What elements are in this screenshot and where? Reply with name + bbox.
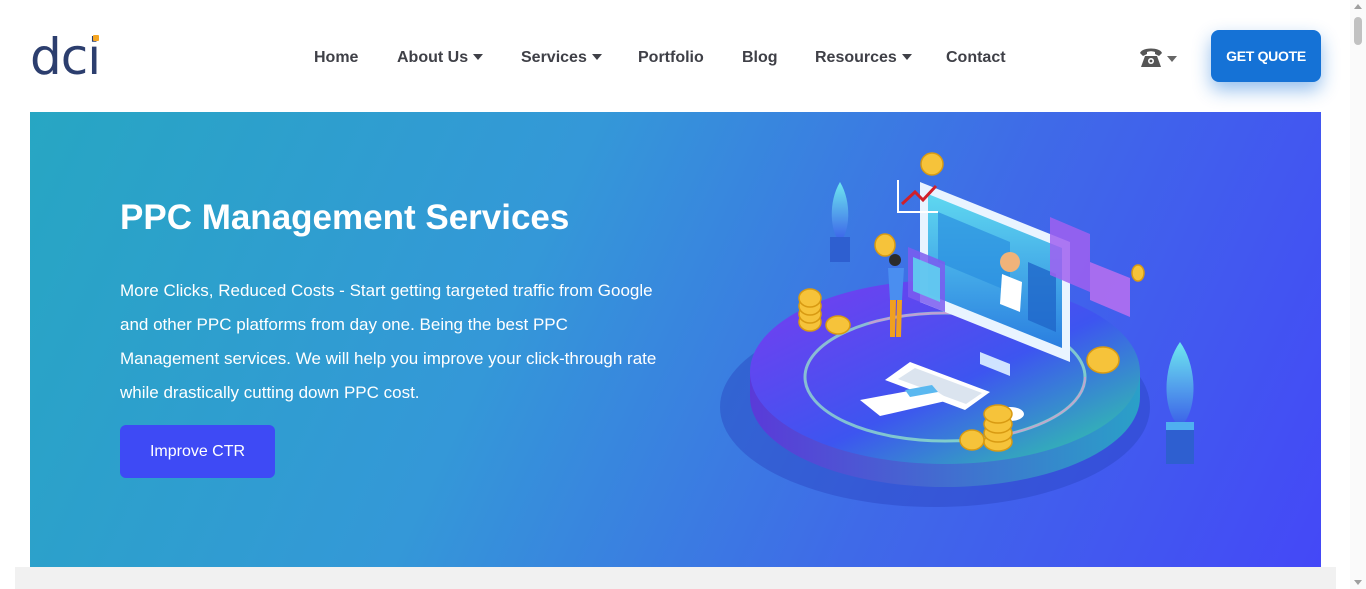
chevron-down-icon	[591, 54, 602, 60]
nav-services[interactable]: Services	[521, 46, 602, 70]
hero-title: PPC Management Services	[120, 198, 570, 237]
hero-description: More Clicks, Reduced Costs - Start getti…	[120, 281, 657, 402]
hero-banner: PPC Management Services More Clicks, Red…	[30, 112, 1321, 567]
ppc-illustration	[720, 152, 1194, 507]
scroll-thumb[interactable]	[1354, 17, 1362, 45]
nav-portfolio-label: Portfolio	[638, 49, 704, 66]
nav-resources-label: Resources	[815, 49, 897, 66]
nav-home[interactable]: Home	[314, 46, 358, 70]
scroll-up-icon[interactable]	[1354, 4, 1362, 9]
nav-blog-label: Blog	[742, 49, 778, 66]
chevron-down-icon	[1167, 56, 1177, 62]
nav-resources[interactable]: Resources	[815, 46, 912, 70]
scrollbar[interactable]	[1350, 0, 1366, 589]
get-quote-button[interactable]: GET QUOTE	[1211, 30, 1321, 82]
nav-services-label: Services	[521, 49, 587, 66]
page-divider	[15, 567, 1336, 589]
logo-accent-dot	[93, 35, 100, 41]
nav-portfolio[interactable]: Portfolio	[638, 46, 704, 70]
nav-about-us[interactable]: About Us	[397, 46, 484, 70]
phone-icon	[1140, 48, 1162, 67]
chevron-down-icon	[901, 54, 912, 60]
nav-about-us-label: About Us	[397, 49, 469, 66]
phone-dropdown[interactable]	[1138, 45, 1177, 69]
nav-blog[interactable]: Blog	[742, 46, 778, 70]
nav-contact[interactable]: Contact	[946, 46, 1006, 70]
chevron-down-icon	[473, 54, 484, 60]
nav-contact-label: Contact	[946, 49, 1006, 66]
scroll-down-icon[interactable]	[1354, 580, 1362, 585]
nav-home-label: Home	[314, 49, 359, 66]
improve-ctr-button[interactable]: Improve CTR	[120, 425, 275, 478]
